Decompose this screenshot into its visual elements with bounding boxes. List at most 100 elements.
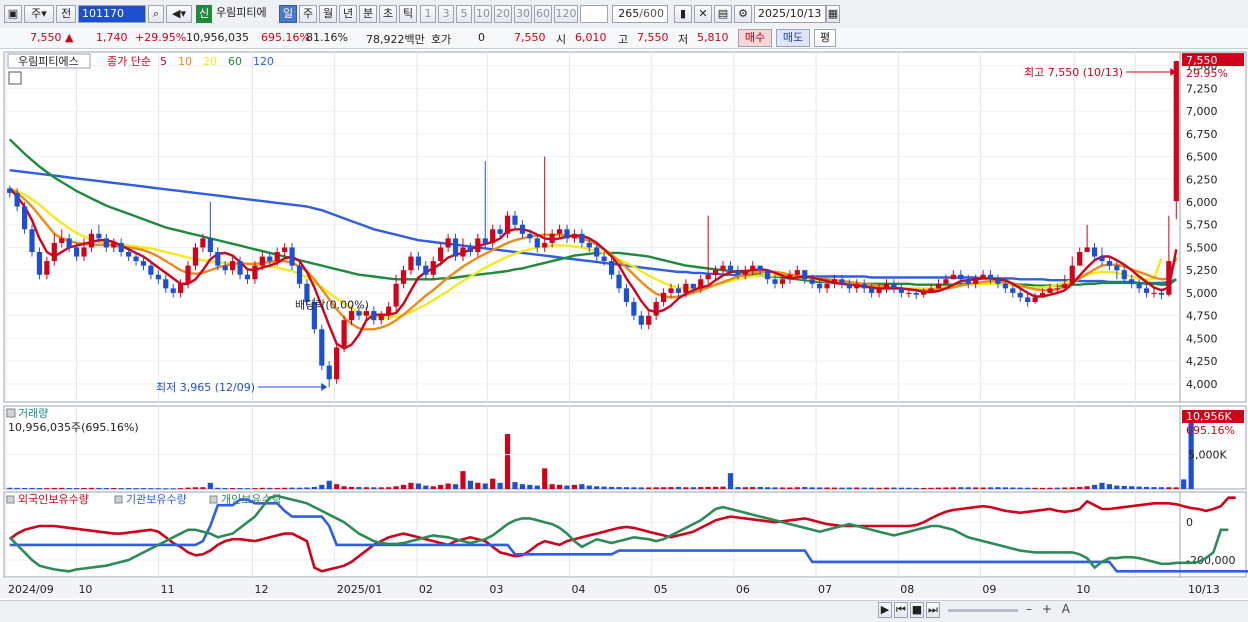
candle-body xyxy=(542,242,548,248)
price-tick-label: 4,500 xyxy=(1186,332,1218,345)
volume-bar xyxy=(898,487,904,489)
candle-body xyxy=(363,311,369,316)
rewind-icon[interactable]: ⏮ xyxy=(894,602,908,618)
period-minute[interactable]: 분 xyxy=(359,5,377,23)
candle-body xyxy=(296,265,303,284)
market-badge: 신 xyxy=(196,5,212,23)
interval-1[interactable]: 1 xyxy=(420,5,436,23)
volume-bar xyxy=(1062,487,1068,489)
calendar-icon[interactable]: ▦ xyxy=(826,5,840,23)
candle-body xyxy=(1010,288,1016,293)
candle-body xyxy=(869,288,875,293)
volume-bar xyxy=(207,482,213,489)
candle-body xyxy=(824,283,830,289)
volume-bar xyxy=(296,487,303,489)
volume-bar xyxy=(616,487,622,489)
zoom-tools[interactable]: – + A xyxy=(1026,602,1244,616)
buy-button[interactable]: 매수 xyxy=(738,29,772,47)
x-tick-label: 03 xyxy=(489,583,503,596)
volume-bar xyxy=(950,487,956,489)
stock-chart[interactable]: 2024/09 10 11 12 2025/01 02 03 04 05 06 07 08 09 10 10… xyxy=(0,48,1248,600)
candle-body xyxy=(772,279,778,284)
candle-body xyxy=(274,252,280,262)
candle-body xyxy=(616,274,622,289)
period-day[interactable]: 일 xyxy=(279,5,297,23)
volume-bar xyxy=(750,487,756,489)
chart-menu-icon[interactable]: ▣ xyxy=(4,5,22,23)
candle-body xyxy=(831,279,838,284)
stop-icon[interactable]: ■ xyxy=(910,602,924,618)
date-input[interactable]: 2025/10/13 xyxy=(754,5,826,23)
sell-button[interactable]: 매도 xyxy=(776,29,810,47)
period-week[interactable]: 주 xyxy=(299,5,317,23)
scroll-right-icon[interactable]: ▶ xyxy=(878,602,892,618)
custom-interval-input[interactable] xyxy=(580,5,608,23)
period-second[interactable]: 초 xyxy=(379,5,397,23)
scroll-track[interactable] xyxy=(948,609,1018,612)
volume-bar xyxy=(928,487,934,489)
volume-bar xyxy=(1173,487,1179,489)
period-tick[interactable]: 틱 xyxy=(399,5,417,23)
period-year[interactable]: 년 xyxy=(339,5,357,23)
crosshair-icon[interactable]: ✕ xyxy=(694,5,712,23)
candle-body xyxy=(222,265,228,271)
count-input[interactable]: 265/600 xyxy=(612,5,668,23)
interval-120[interactable]: 120 xyxy=(554,5,578,23)
volume-bar xyxy=(51,487,57,489)
text-tool-icon[interactable]: A xyxy=(1062,602,1073,616)
candle-body xyxy=(757,265,763,271)
volume-bar xyxy=(1136,486,1142,489)
candle-body xyxy=(155,274,161,280)
volume-bar xyxy=(415,483,421,489)
speaker-icon[interactable]: ◀▾ xyxy=(166,5,192,23)
volume-bar xyxy=(185,487,191,489)
candle-body xyxy=(1091,247,1098,257)
interval-20[interactable]: 20 xyxy=(494,5,512,23)
forward-icon[interactable]: ⏭ xyxy=(926,602,940,618)
volume-bar xyxy=(980,487,986,489)
volume-bar xyxy=(1099,482,1105,489)
type2-select[interactable]: 전 xyxy=(56,5,76,23)
interval-10[interactable]: 10 xyxy=(474,5,492,23)
interval-5[interactable]: 5 xyxy=(456,5,472,23)
candle-body xyxy=(1151,292,1157,294)
zoom-out-icon[interactable]: – xyxy=(1026,602,1035,616)
volume-bar xyxy=(564,485,570,489)
price-tick-label: 6,000 xyxy=(1186,196,1218,209)
volume-bar xyxy=(817,487,823,489)
volume-bar xyxy=(88,487,95,489)
save-icon[interactable]: ▤ xyxy=(714,5,732,23)
volume-bar xyxy=(341,486,347,489)
price-change: 1,740 xyxy=(96,31,128,44)
period-month[interactable]: 월 xyxy=(319,5,337,23)
volume-bar xyxy=(103,488,109,490)
gear-icon[interactable]: ⚙ xyxy=(734,5,752,23)
price-tick-label: 7,000 xyxy=(1186,105,1218,118)
volume-bar xyxy=(192,487,199,489)
type-select[interactable]: 주▾ xyxy=(24,5,54,23)
legend-stock-name: 우림피티에스 xyxy=(18,55,79,68)
code-input[interactable]: 101170 xyxy=(78,5,146,23)
price-tick-label: 6,500 xyxy=(1186,151,1218,164)
volume-bar xyxy=(378,487,384,489)
candle-body xyxy=(423,265,429,275)
volume-bar xyxy=(1121,485,1127,489)
volume-bar xyxy=(304,487,310,489)
candle-body xyxy=(267,256,273,262)
candle-body xyxy=(445,238,451,248)
interval-60[interactable]: 60 xyxy=(534,5,552,23)
volume-bar xyxy=(215,487,221,489)
zoom-in-icon[interactable]: + xyxy=(1042,602,1055,616)
candle-icon[interactable]: ▮ xyxy=(674,5,692,23)
average-button[interactable]: 평 xyxy=(814,29,836,47)
candle-body xyxy=(118,242,124,252)
candle-body xyxy=(341,320,347,348)
volume-bar xyxy=(36,488,43,490)
search-icon[interactable]: ⌕ xyxy=(148,5,164,23)
interval-30[interactable]: 30 xyxy=(514,5,532,23)
candle-body xyxy=(1158,292,1165,295)
volume-tick-label: 5,000K xyxy=(1188,449,1227,462)
volume-bar xyxy=(787,487,793,489)
x-axis-strip xyxy=(0,579,1248,598)
interval-3[interactable]: 3 xyxy=(438,5,454,23)
